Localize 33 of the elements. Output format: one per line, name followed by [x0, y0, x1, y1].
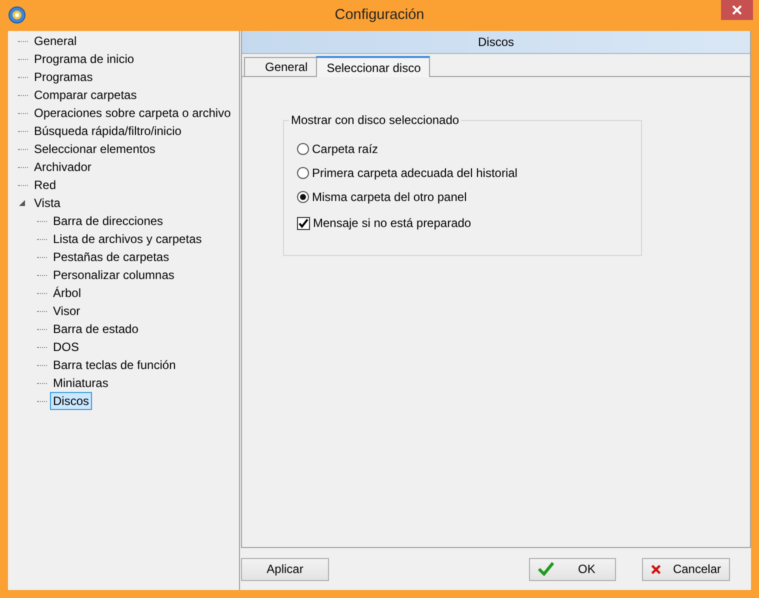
tab[interactable]: Seleccionar disco: [316, 56, 430, 77]
window-title: Configuración: [334, 7, 424, 23]
apply-button[interactable]: Aplicar: [241, 558, 329, 580]
tree-item[interactable]: Discos: [50, 392, 92, 410]
tree-item[interactable]: General: [31, 32, 80, 50]
tree-item[interactable]: Vista: [31, 194, 64, 212]
tree-item[interactable]: Barra de direcciones: [50, 212, 166, 230]
tree-item[interactable]: Programa de inicio: [31, 50, 138, 68]
option-label: Misma carpeta del otro panel: [312, 190, 467, 204]
cancel-button[interactable]: Cancelar: [642, 558, 730, 580]
tree-item[interactable]: Operaciones sobre carpeta o archivo: [31, 104, 234, 122]
tree-item[interactable]: Pestañas de carpetas: [50, 248, 172, 266]
tree-item[interactable]: Miniaturas: [50, 374, 112, 392]
tree-item[interactable]: Visor: [50, 302, 84, 320]
tree-item[interactable]: Seleccionar elementos: [31, 140, 158, 158]
tree-item[interactable]: Personalizar columnas: [50, 266, 178, 284]
group-title: Mostrar con disco seleccionado: [289, 113, 462, 127]
option-label: Carpeta raíz: [312, 142, 378, 156]
tree-item[interactable]: Lista de archivos y carpetas: [50, 230, 205, 248]
tab[interactable]: General: [244, 57, 317, 76]
tree-item[interactable]: Barra de estado: [50, 320, 142, 338]
ok-button[interactable]: OK: [529, 558, 616, 580]
tree-item[interactable]: Árbol: [50, 284, 84, 302]
tree-item[interactable]: DOS: [50, 338, 82, 356]
tree-item[interactable]: Archivador: [31, 158, 94, 176]
tree-item[interactable]: Búsqueda rápida/filtro/inicio: [31, 122, 184, 140]
tree-item[interactable]: Comparar carpetas: [31, 86, 140, 104]
tree-item[interactable]: Red: [31, 176, 60, 194]
tree-item[interactable]: Programas: [31, 68, 96, 86]
option-label: Primera carpeta adecuada del historial: [312, 166, 518, 180]
panel-header: Discos: [242, 31, 750, 54]
tree-item[interactable]: Barra teclas de función: [50, 356, 179, 374]
option-label: Mensaje si no está preparado: [313, 216, 472, 230]
